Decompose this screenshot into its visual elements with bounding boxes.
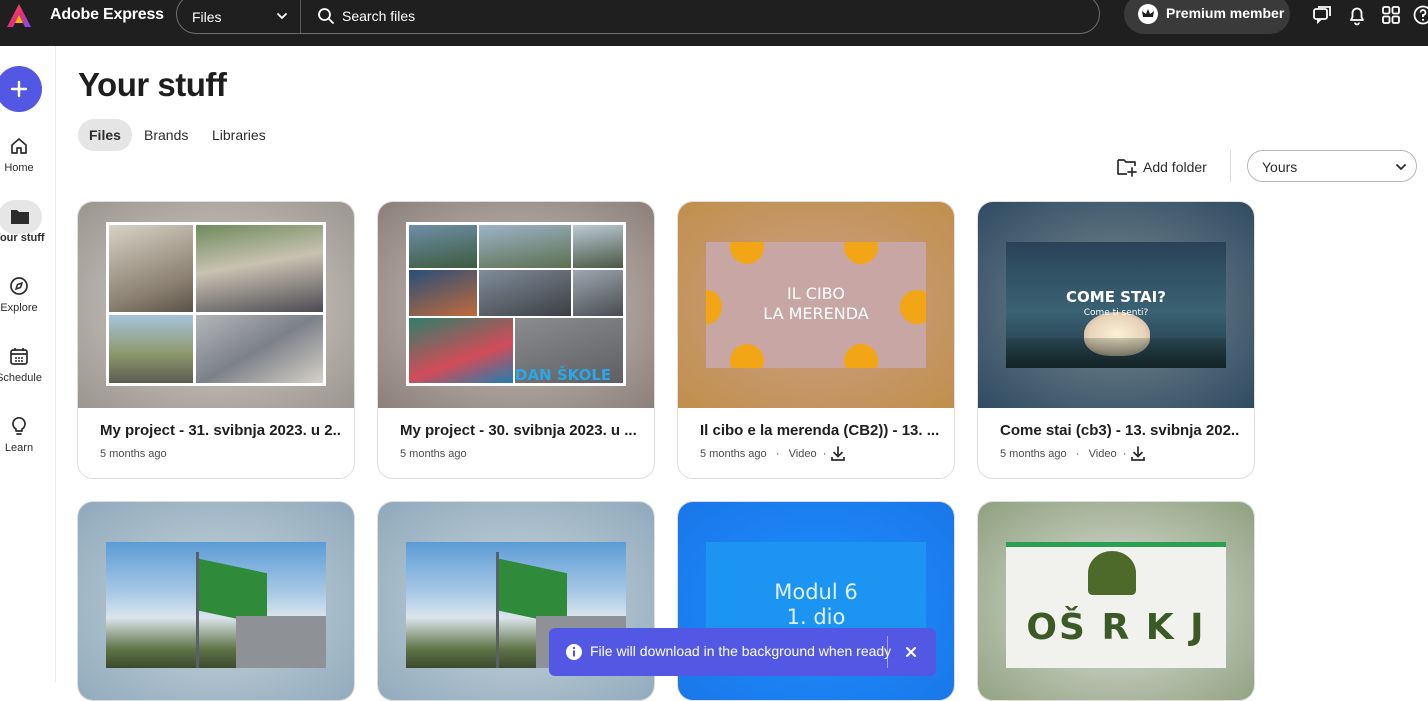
messages-icon[interactable] [1311, 4, 1333, 26]
thumbnail-overlay-text: IL CIBO LA MERENDA [706, 284, 926, 324]
thumbnail-overlay-text: OŠ R K J [1006, 607, 1226, 648]
lightbulb-icon [7, 414, 31, 438]
file-card[interactable]: IL CIBO LA MERENDA Il cibo e la merenda … [677, 201, 955, 479]
card-date: 5 months ago [400, 448, 467, 460]
file-card[interactable]: COME STAI? Come ti senti? Come stai (cb3… [977, 201, 1255, 479]
card-meta: 5 months ago [100, 448, 167, 460]
video-thumbnail-image: COME STAI? Come ti senti? [1006, 242, 1226, 368]
download-toast: File will download in the background whe… [549, 628, 936, 676]
card-date: 5 months ago [100, 448, 167, 460]
info-icon [565, 643, 583, 661]
owner-filter-dropdown[interactable]: Yours [1247, 150, 1417, 182]
close-icon[interactable] [904, 645, 918, 659]
meta-dot: · [770, 448, 786, 460]
premium-member-button[interactable]: Premium member [1124, 0, 1290, 34]
card-thumbnail: IL CIBO LA MERENDA [678, 202, 955, 408]
card-title: My project - 31. svibnja 2023. u 2... [100, 422, 340, 439]
adobe-express-logo[interactable] [6, 3, 32, 29]
thumbnail-overlay-text: COME STAI? [1006, 288, 1226, 306]
rail-label-your-stuff: Your stuff [0, 232, 48, 244]
thumbnail-overlay-text: Modul 6 1. dio [706, 580, 926, 630]
toast-message: File will download in the background whe… [590, 643, 891, 659]
divider [1230, 150, 1231, 182]
apps-grid-icon[interactable] [1380, 4, 1402, 26]
card-title: Il cibo e la merenda (CB2)) - 13. ... [700, 422, 940, 439]
chevron-down-icon [1394, 160, 1408, 174]
meta-dot: · [820, 448, 827, 460]
page-title: Your stuff [78, 66, 226, 104]
card-thumbnail [78, 502, 355, 701]
rail-item-learn[interactable]: Learn [0, 414, 56, 474]
card-thumbnail [78, 202, 355, 408]
file-card[interactable]: My project - 31. svibnja 2023. u 2... 5 … [77, 201, 355, 479]
leaf-letters-image: OŠ R K J [1006, 542, 1226, 668]
add-folder-icon [1116, 156, 1138, 178]
file-card[interactable] [77, 501, 355, 701]
rail-label-learn: Learn [0, 442, 48, 454]
crown-icon [1138, 4, 1158, 24]
app-name[interactable]: Adobe Express [50, 6, 164, 24]
card-date: 5 months ago [1000, 448, 1067, 460]
card-thumbnail: COME STAI? Come ti senti? [978, 202, 1255, 408]
help-icon[interactable] [1412, 4, 1428, 26]
meta-dot: · [1120, 448, 1127, 460]
flag-photo-image [106, 542, 326, 668]
add-folder-label: Add folder [1143, 159, 1207, 175]
tab-files[interactable]: Files [78, 119, 132, 151]
card-thumbnail: OŠ R K J [978, 502, 1255, 701]
search-scope-dropdown[interactable]: Files [177, 0, 301, 33]
card-meta: 5 months ago [400, 448, 467, 460]
compass-icon [7, 274, 31, 298]
left-rail: Home Your stuff Explore Schedule Lear [0, 46, 56, 682]
card-meta: 5 months ago · Video · [1000, 448, 1126, 460]
search-bar: Files Search files [176, 0, 1100, 34]
folder-icon [0, 200, 42, 234]
file-card[interactable]: DAN ŠKOLE My project - 30. svibnja 2023.… [377, 201, 655, 479]
search-icon [317, 7, 335, 25]
search-scope-label: Files [192, 9, 222, 25]
card-date: 5 months ago [700, 448, 767, 460]
rail-item-your-stuff[interactable]: Your stuff [0, 204, 56, 264]
tab-brands[interactable]: Brands [133, 119, 199, 151]
download-icon[interactable] [1129, 445, 1147, 463]
thumbnail-overlay-subtext: Come ti senti? [1006, 308, 1226, 318]
home-icon [7, 134, 31, 158]
download-icon[interactable] [829, 445, 847, 463]
card-type: Video [1089, 448, 1117, 460]
card-title: My project - 30. svibnja 2023. u ... [400, 422, 640, 439]
thumbnail-overlay-text: DAN ŠKOLE [515, 366, 611, 384]
toast-divider [887, 636, 888, 668]
search-input[interactable]: Search files [342, 8, 415, 24]
card-title: Come stai (cb3) - 13. svibnja 202... [1000, 422, 1240, 439]
photo-collage-image: DAN ŠKOLE [406, 222, 626, 386]
rail-label-explore: Explore [0, 302, 48, 314]
tab-libraries[interactable]: Libraries [201, 119, 277, 151]
rail-item-schedule[interactable]: Schedule [0, 344, 56, 404]
card-thumbnail: DAN ŠKOLE [378, 202, 655, 408]
plus-icon [10, 80, 28, 98]
rail-label-home: Home [0, 162, 48, 174]
video-thumbnail-image: IL CIBO LA MERENDA [706, 242, 926, 368]
photo-collage-image [106, 222, 326, 386]
owner-filter-value: Yours [1262, 159, 1297, 175]
calendar-icon [7, 344, 31, 368]
premium-member-label: Premium member [1166, 5, 1284, 21]
chevron-down-icon [275, 9, 289, 23]
meta-dot: · [1070, 448, 1086, 460]
card-meta: 5 months ago · Video · [700, 448, 826, 460]
card-type: Video [789, 448, 817, 460]
bell-icon[interactable] [1346, 4, 1368, 26]
create-new-button[interactable] [0, 66, 42, 112]
top-bar: Adobe Express Files Search files Premium… [0, 0, 1428, 46]
rail-label-schedule: Schedule [0, 372, 48, 384]
rail-item-explore[interactable]: Explore [0, 274, 56, 334]
file-card[interactable]: OŠ R K J [977, 501, 1255, 701]
rail-item-home[interactable]: Home [0, 134, 56, 194]
